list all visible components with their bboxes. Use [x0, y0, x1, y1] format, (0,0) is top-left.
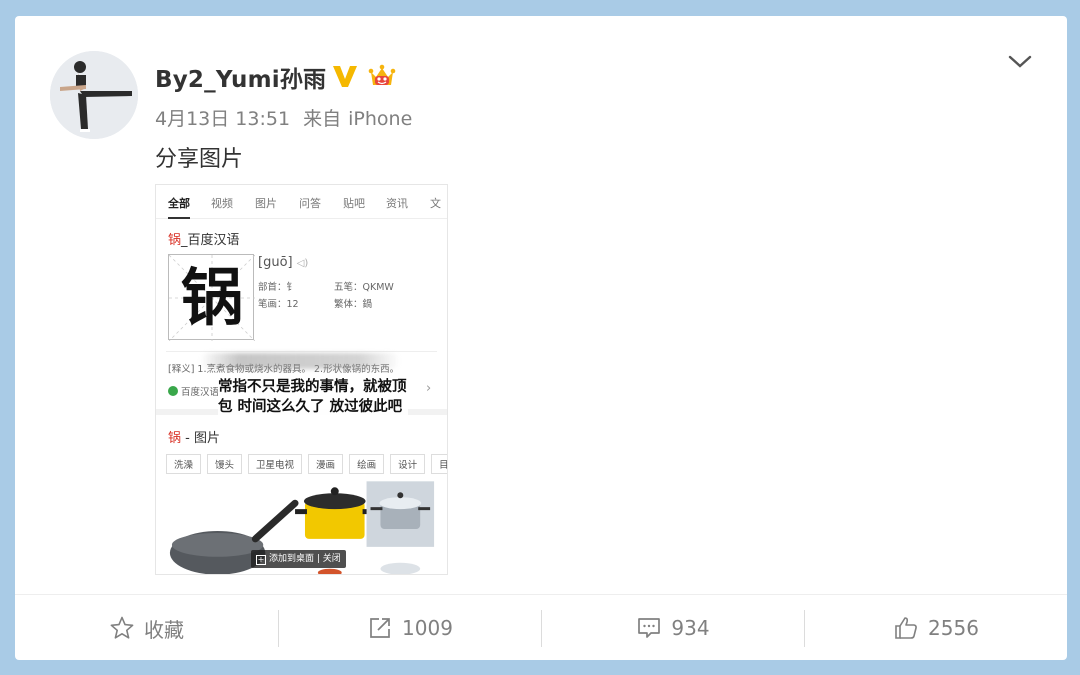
repost-icon [370, 618, 390, 638]
tag-item: 馒头 [207, 454, 243, 474]
username[interactable]: By2_Yumi孙雨 [155, 60, 326, 94]
wubi: 五笔：QKMW [334, 282, 394, 293]
tag-item: 漫画 [308, 454, 344, 474]
images-title-rest: - 图片 [181, 431, 220, 446]
scribble-mark [200, 353, 400, 369]
post-meta: 4月13日 13:51 来自 iPhone [155, 104, 419, 131]
tag-item: 设计 [390, 454, 426, 474]
tab-news: 资讯 [386, 197, 408, 210]
active-tab-underline [168, 217, 190, 219]
tab-qa: 问答 [299, 197, 321, 210]
divider [166, 351, 437, 352]
tag-item: 绘画 [349, 454, 385, 474]
tab-more: 文 [430, 197, 441, 210]
post-text: 分享图片 [155, 147, 244, 172]
star-icon [110, 616, 134, 639]
verified-v-icon [333, 66, 357, 87]
action-bar: 收藏 1009 934 2556 [15, 594, 1067, 660]
favorite-button[interactable]: 收藏 [15, 595, 278, 661]
tab-video: 视频 [211, 197, 233, 210]
strokes: 笔画：12 [258, 299, 299, 310]
images-title-char: 锅 [168, 431, 182, 446]
big-character: 锅 [180, 261, 243, 334]
post-source: iPhone [348, 108, 413, 130]
comment-icon [638, 618, 661, 638]
images-title: 锅 - 图片 [168, 427, 220, 446]
post-date[interactable]: 4月13日 13:51 [155, 108, 290, 130]
tag-item: 洗澡 [166, 454, 202, 474]
avatar[interactable] [50, 51, 138, 139]
repost-button[interactable]: 1009 [279, 595, 541, 661]
dict-title-char: 锅 [168, 233, 182, 248]
overlay-caption: 常指不只是我的事情，就被顶包 时间这么久了 放过彼此吧 [218, 375, 408, 419]
dict-source: 百度汉语 [168, 384, 219, 398]
baidu-logo-icon [168, 386, 178, 396]
comment-button[interactable]: 934 [542, 595, 804, 661]
favorite-label: 收藏 [144, 617, 184, 642]
add-to-desktop-bar: + 添加到桌面 | 关闭 [251, 550, 346, 568]
chevron-right-icon: › [426, 381, 432, 396]
tab-images: 图片 [255, 197, 277, 210]
repost-count: 1009 [402, 616, 453, 640]
related-tags: 洗澡 馒头 卫星电视 漫画 绘画 设计目 [166, 453, 447, 474]
character-grid-box: 锅 [168, 254, 255, 341]
member-crown-icon[interactable] [366, 60, 398, 92]
speaker-icon: ◁) [296, 258, 309, 269]
chevron-down-icon[interactable] [1007, 52, 1033, 72]
source-prefix: 来自 [303, 108, 342, 130]
pinyin: [guō] ◁) [258, 255, 309, 270]
traditional: 繁体：鍋 [334, 299, 373, 310]
dict-title: 锅_百度汉语 [168, 229, 240, 248]
tag-item: 目 [431, 454, 447, 474]
like-count: 2556 [928, 616, 979, 640]
weibo-post-card: By2_Yumi孙雨 4月13日 13:51 来自 iPhone 分享图片 全部 … [15, 16, 1067, 660]
tab-tieba: 贴吧 [343, 197, 365, 210]
radical: 部首：钅 [258, 282, 297, 293]
tab-all: 全部 [168, 197, 190, 210]
plus-icon: + [256, 555, 266, 565]
shared-screenshot-image[interactable]: 全部 视频 图片 问答 贴吧 资讯 文 锅_百度汉语 锅 [guō] ◁) 部首… [155, 184, 448, 575]
dict-title-rest: _百度汉语 [181, 233, 240, 248]
like-button[interactable]: 2556 [805, 595, 1067, 661]
thumbs-up-icon [895, 617, 917, 639]
search-tabs: 全部 视频 图片 问答 贴吧 资讯 文 [156, 185, 447, 219]
tag-item: 卫星电视 [248, 454, 303, 474]
comment-count: 934 [671, 616, 710, 640]
